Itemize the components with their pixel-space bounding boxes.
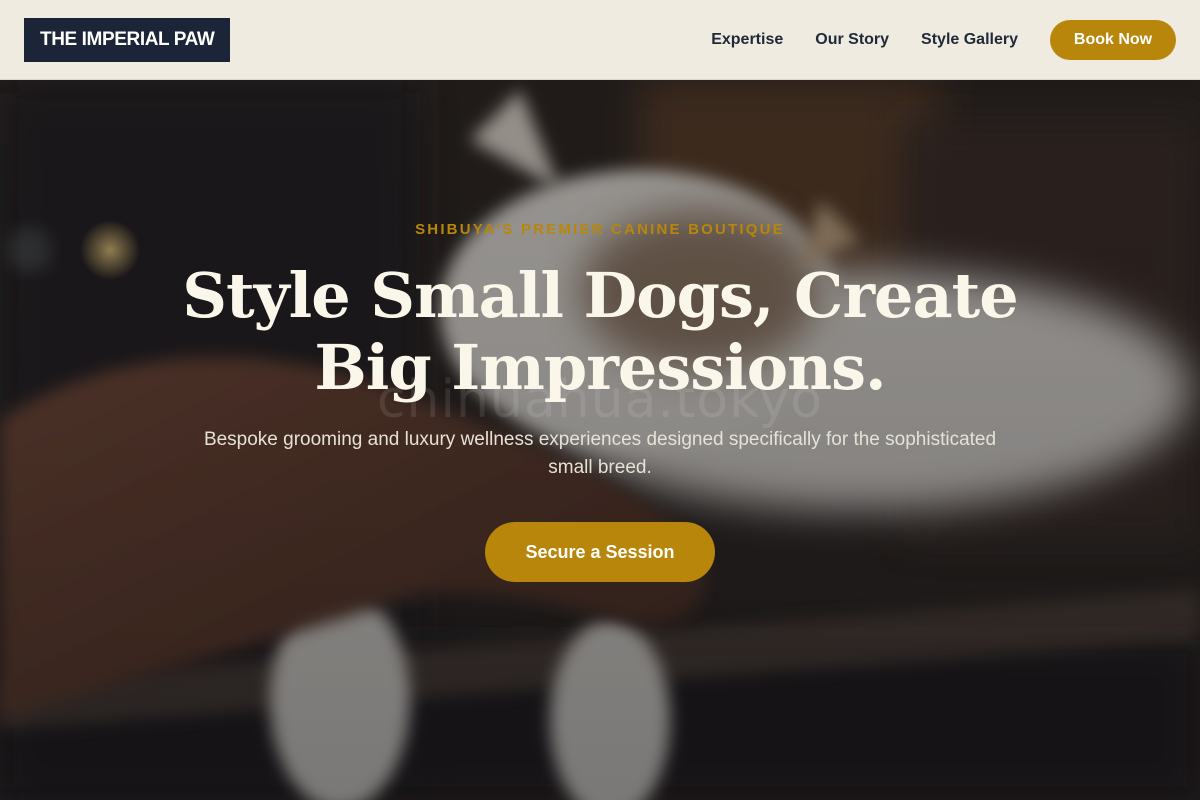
nav-link-expertise[interactable]: Expertise xyxy=(711,31,783,49)
hero-eyebrow: SHIBUYA'S PREMIER CANINE BOUTIQUE xyxy=(415,221,785,238)
hero-subtext: Bespoke grooming and luxury wellness exp… xyxy=(203,429,997,478)
nav-links: Expertise Our Story Style Gallery Book N… xyxy=(711,19,1176,60)
hero-content: SHIBUYA'S PREMIER CANINE BOUTIQUE chihua… xyxy=(0,80,1200,800)
brand-logo[interactable]: THE IMPERIAL PAW xyxy=(24,17,231,62)
book-now-button[interactable]: Book Now xyxy=(1050,19,1176,60)
nav-link-our-story[interactable]: Our Story xyxy=(815,31,889,49)
landing-page: THE IMPERIAL PAW Expertise Our Story Sty… xyxy=(0,0,1200,800)
secure-session-button[interactable]: Secure a Session xyxy=(485,522,715,582)
nav-link-style-gallery[interactable]: Style Gallery xyxy=(921,31,1018,49)
top-navigation: THE IMPERIAL PAW Expertise Our Story Sty… xyxy=(0,0,1200,80)
hero-section: SHIBUYA'S PREMIER CANINE BOUTIQUE chihua… xyxy=(0,80,1200,800)
hero-headline: Style Small Dogs, Create Big Impressions… xyxy=(182,259,1019,404)
